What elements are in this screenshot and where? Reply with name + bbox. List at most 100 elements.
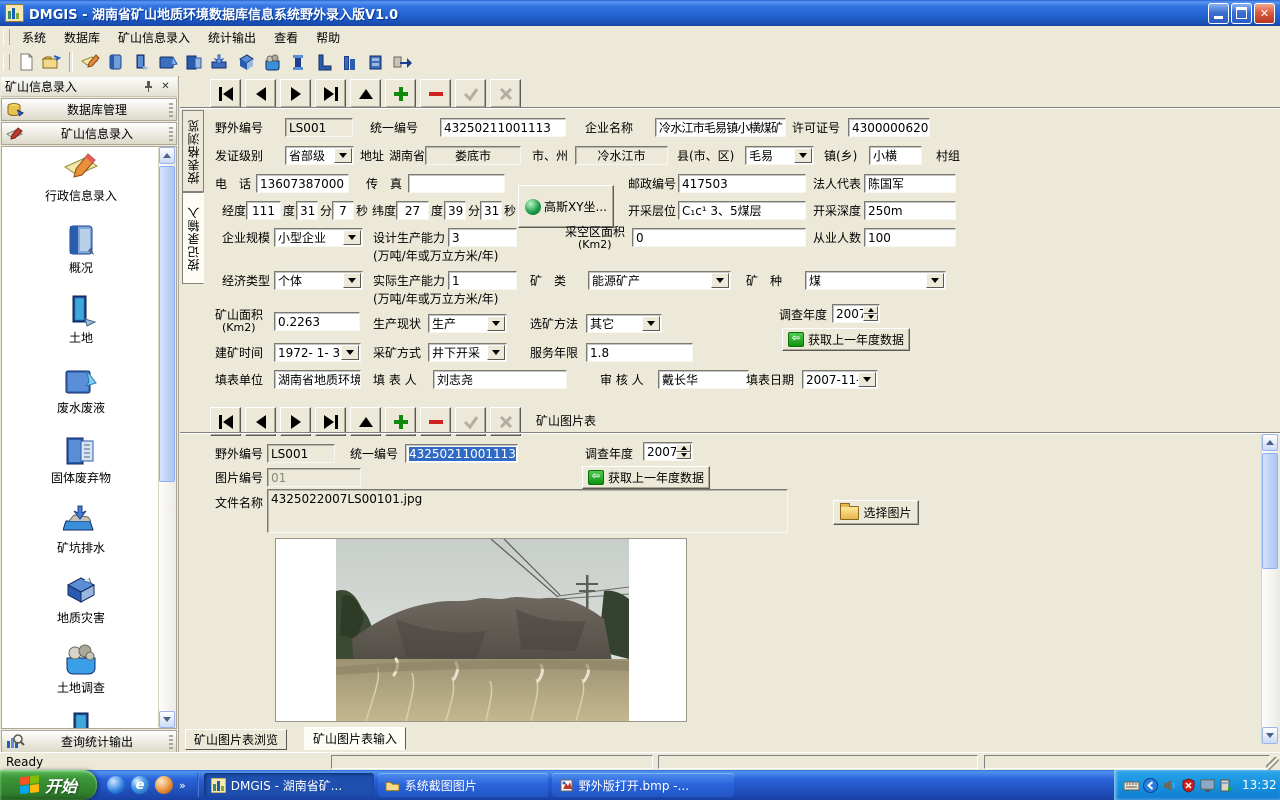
pic-year-spinner[interactable]: 2007: [643, 442, 693, 461]
chevron-down-icon[interactable]: [642, 316, 660, 331]
chevron-more-icon[interactable]: »: [179, 779, 186, 792]
lat-min-input[interactable]: 39: [444, 201, 466, 220]
new-button[interactable]: [13, 50, 39, 74]
chevron-down-icon[interactable]: [334, 148, 352, 163]
sidebar-group-query[interactable]: 查询统计输出: [1, 730, 177, 753]
gauss-xy-button[interactable]: 高斯XY坐...: [518, 185, 614, 228]
build-time-dropdown[interactable]: 1972- 1- 3: [274, 343, 361, 362]
chevron-down-icon[interactable]: [343, 230, 361, 245]
certlevel-dropdown[interactable]: 省部级: [285, 146, 354, 165]
city-box[interactable]: 娄底市: [425, 146, 521, 165]
goaf-area-input[interactable]: 0: [632, 228, 806, 247]
toolbar-column-button[interactable]: [285, 50, 311, 74]
mining-depth-input[interactable]: 250m: [864, 201, 956, 220]
nav1-add-button[interactable]: [385, 79, 416, 108]
scroll-thumb[interactable]: [1262, 453, 1278, 569]
toolbar-wastewater-button[interactable]: [155, 50, 181, 74]
toolbar-buildings-button[interactable]: [337, 50, 363, 74]
auditor-input[interactable]: 戴长华: [658, 370, 749, 389]
toolbar-overview-button[interactable]: [103, 50, 129, 74]
pick-image-button[interactable]: 选择图片: [833, 500, 919, 525]
minimize-button[interactable]: [1208, 3, 1229, 24]
actual-capacity-input[interactable]: 1: [448, 271, 517, 290]
lon-sec-input[interactable]: 7: [332, 201, 354, 220]
get-prev-year-button[interactable]: ⇦获取上一年度数据: [782, 328, 910, 351]
scroll-thumb[interactable]: [159, 166, 175, 482]
tab-picture-browse[interactable]: 矿山图片表浏览: [185, 729, 287, 750]
maximize-button[interactable]: [1231, 3, 1252, 24]
chevron-down-icon[interactable]: [794, 148, 812, 163]
prefecture-box[interactable]: 冷水江市: [575, 146, 668, 165]
fill-date-dropdown[interactable]: 2007-11-13: [802, 370, 878, 389]
toolbar-cabinet-button[interactable]: [363, 50, 389, 74]
chevron-down-icon[interactable]: [858, 372, 876, 387]
nav1-prev-button[interactable]: [245, 79, 276, 108]
sidebar-group-database[interactable]: 数据库管理: [1, 98, 177, 121]
sidebar-item-land-survey[interactable]: 土地调查: [10, 643, 152, 696]
pic-unifiedno-input[interactable]: 43250211001113: [405, 444, 518, 463]
clock[interactable]: 13:32: [1242, 778, 1277, 792]
toolbar-land-button[interactable]: [129, 50, 155, 74]
design-capacity-input[interactable]: 3: [448, 228, 517, 247]
menu-help[interactable]: 帮助: [307, 27, 349, 48]
economic-type-dropdown[interactable]: 个体: [274, 271, 363, 290]
sidebar-item-solid-waste[interactable]: 固体废弃物: [10, 433, 152, 486]
ore-method-dropdown[interactable]: 其它: [586, 314, 662, 333]
service-years-input[interactable]: 1.8: [586, 343, 693, 362]
open-button[interactable]: [39, 50, 65, 74]
tab-table-browse[interactable]: 按表格浏览: [182, 110, 204, 192]
phone-input[interactable]: 13607387000: [256, 174, 349, 193]
nav1-post-button[interactable]: [455, 79, 486, 108]
sidebar-item-land[interactable]: 土地: [10, 293, 152, 346]
toolbar-land-survey-button[interactable]: [259, 50, 285, 74]
internet-explorer-icon[interactable]: e: [131, 776, 149, 794]
sidebar-item-partial[interactable]: [10, 711, 152, 729]
chevron-down-icon[interactable]: [711, 273, 729, 288]
mining-method-dropdown[interactable]: 井下开采: [428, 343, 507, 362]
nav1-delete-button[interactable]: [420, 79, 451, 108]
sidebar-item-overview[interactable]: 概况: [10, 223, 152, 276]
mine-class-dropdown[interactable]: 能源矿产: [588, 271, 731, 290]
survey-year-spinner[interactable]: 2007: [832, 304, 880, 323]
nav1-up-button[interactable]: [350, 79, 381, 108]
menu-system[interactable]: 系统: [13, 27, 55, 48]
picture-section-scrollbar[interactable]: [1261, 434, 1279, 744]
lon-min-input[interactable]: 31: [296, 201, 318, 220]
chevron-down-icon[interactable]: [926, 273, 944, 288]
taskbar-task-folder[interactable]: 系统截图图片: [378, 773, 548, 797]
spin-down-icon[interactable]: [676, 452, 691, 460]
scroll-down-arrow[interactable]: [159, 711, 175, 728]
toolbar-solid-waste-button[interactable]: [181, 50, 207, 74]
sidebar-item-pit-drainage[interactable]: 矿坑排水: [10, 503, 152, 556]
tab-picture-input[interactable]: 矿山图片表输入: [304, 727, 406, 750]
sidebar-scrollbar[interactable]: [158, 147, 176, 728]
toolbar-geo-hazard-button[interactable]: [233, 50, 259, 74]
unifiedno-input[interactable]: 43250211001113: [440, 118, 566, 137]
filename-input[interactable]: 4325022007LS00101.jpg: [267, 489, 788, 533]
spin-up-icon[interactable]: [863, 306, 878, 314]
company-input[interactable]: 冷水江市毛易镇小横煤矿: [655, 118, 786, 137]
lat-sec-input[interactable]: 31: [480, 201, 502, 220]
sidebar-item-wastewater[interactable]: 废水废液: [10, 363, 152, 416]
scroll-up-arrow[interactable]: [1262, 434, 1278, 451]
nav1-next-button[interactable]: [280, 79, 311, 108]
sidebar-item-admin-entry[interactable]: 行政信息录入: [10, 151, 152, 204]
menu-view[interactable]: 查看: [265, 27, 307, 48]
start-button[interactable]: 开始: [0, 770, 97, 800]
nav1-cancel-button[interactable]: [490, 79, 521, 108]
lon-deg-input[interactable]: 111: [246, 201, 281, 220]
chevron-down-icon[interactable]: [341, 345, 359, 360]
chevron-down-icon[interactable]: [487, 316, 505, 331]
tab-record-input[interactable]: 按记录输入: [182, 192, 204, 284]
chevron-down-icon[interactable]: [343, 273, 361, 288]
menu-statistics[interactable]: 统计输出: [199, 27, 265, 48]
fax-input[interactable]: [408, 174, 505, 193]
menu-database[interactable]: 数据库: [55, 27, 109, 48]
taskbar-task-dmgis[interactable]: DMGIS - 湖南省矿...: [204, 773, 374, 797]
sidebar-group-entry[interactable]: 矿山信息录入: [1, 122, 177, 145]
sidebar-item-geo-hazard[interactable]: 地质灾害: [10, 573, 152, 626]
mining-layer-input[interactable]: C₁c¹ 3、5煤层: [678, 201, 806, 220]
resize-grip[interactable]: [1266, 757, 1279, 770]
close-panel-icon[interactable]: ✕: [158, 80, 173, 94]
spin-up-icon[interactable]: [676, 444, 691, 452]
